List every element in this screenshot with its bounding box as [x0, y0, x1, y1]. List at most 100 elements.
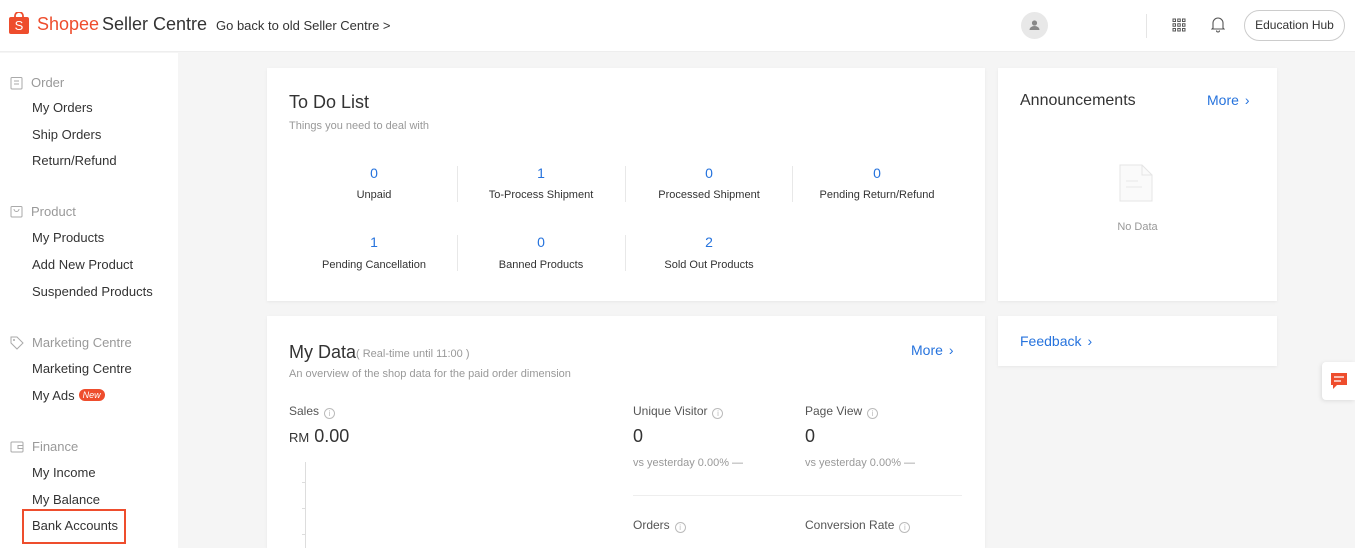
stats-divider — [633, 495, 962, 496]
todo-count[interactable]: 0 — [626, 165, 792, 181]
sidebar-item-my-balance[interactable]: My Balance — [32, 492, 100, 507]
sidebar-section-title: Product — [31, 204, 76, 219]
todo-count[interactable]: 1 — [458, 165, 624, 181]
chevron-right-icon: › — [1087, 333, 1093, 349]
todo-count[interactable]: 1 — [291, 234, 457, 250]
todo-card: To Do List Things you need to deal with … — [267, 68, 985, 301]
avatar[interactable] — [1021, 12, 1048, 39]
feedback-card[interactable]: Feedback › — [998, 316, 1277, 366]
sales-amount: 0.00 — [314, 426, 350, 446]
chart-tick — [302, 482, 306, 483]
page-view-label-text: Page View — [805, 404, 863, 418]
announcements-card: Announcements More › No Data — [998, 68, 1277, 301]
sidebar-section-order[interactable]: Order — [10, 75, 64, 90]
info-icon[interactable]: i — [867, 408, 879, 419]
logo-suffix[interactable]: Seller Centre — [102, 14, 207, 35]
my-data-title: My Data — [289, 342, 357, 362]
page-view-label: Page View i — [805, 404, 879, 419]
chevron-right-icon: › — [1244, 92, 1250, 108]
sidebar-item-add-new-product[interactable]: Add New Product — [32, 257, 133, 272]
empty-document-icon — [1116, 163, 1158, 208]
sidebar-section-title: Finance — [32, 439, 79, 454]
info-icon[interactable]: i — [712, 408, 724, 419]
page-view-value: 0 — [805, 426, 816, 446]
shopee-bag-icon[interactable]: S — [9, 11, 29, 34]
unique-visitor-compare: vs yesterday 0.00% — — [633, 457, 744, 469]
chat-button[interactable] — [1322, 362, 1355, 400]
conversion-rate-label-text: Conversion Rate — [805, 518, 895, 532]
todo-label[interactable]: To-Process Shipment — [458, 189, 624, 201]
conversion-rate-label: Conversion Rate i — [805, 518, 911, 533]
my-data-subtitle: An overview of the shop data for the pai… — [289, 368, 571, 380]
orders-label-text: Orders — [633, 518, 670, 532]
todo-count[interactable]: 2 — [626, 234, 792, 250]
sidebar-section-marketing[interactable]: Marketing Centre — [10, 335, 132, 350]
sidebar-item-suspended-products[interactable]: Suspended Products — [32, 284, 153, 299]
my-data-card: My Data ( Real-time until 11:00 ) An ove… — [267, 316, 985, 548]
chart-tick — [302, 508, 306, 509]
old-seller-centre-link[interactable]: Go back to old Seller Centre > — [216, 18, 391, 33]
sidebar-item-label: My Ads — [32, 388, 75, 403]
page-view-compare: vs yesterday 0.00% — — [805, 457, 916, 469]
sidebar-item-return-refund[interactable]: Return/Refund — [32, 153, 117, 168]
announcements-more-link[interactable]: More › — [1207, 92, 1250, 108]
info-icon[interactable]: i — [899, 522, 911, 533]
sidebar-item-ship-orders[interactable]: Ship Orders — [32, 127, 101, 142]
sidebar: Order My Orders Ship Orders Return/Refun… — [0, 53, 178, 548]
user-icon — [1029, 20, 1040, 30]
sales-label-text: Sales — [289, 404, 320, 418]
todo-label[interactable]: Pending Cancellation — [291, 259, 457, 271]
unique-visitor-value: 0 — [633, 426, 644, 446]
clipboard-icon — [10, 76, 23, 89]
todo-count[interactable]: 0 — [458, 234, 624, 250]
todo-label[interactable]: Processed Shipment — [626, 189, 792, 201]
sidebar-section-finance[interactable]: Finance — [10, 439, 78, 454]
todo-label[interactable]: Unpaid — [291, 189, 457, 201]
todo-label[interactable]: Banned Products — [458, 259, 624, 271]
new-badge: New — [78, 389, 105, 401]
feedback-link[interactable]: Feedback › — [1020, 333, 1092, 349]
chart-tick — [302, 534, 306, 535]
chat-icon — [1331, 373, 1347, 389]
todo-divider — [792, 166, 793, 202]
announcements-title: Announcements — [1020, 92, 1136, 109]
todo-label[interactable]: Pending Return/Refund — [794, 189, 960, 201]
currency-label: RM — [289, 430, 310, 445]
todo-count[interactable]: 0 — [291, 165, 457, 181]
bell-icon[interactable] — [1210, 16, 1226, 38]
todo-title: To Do List — [289, 92, 370, 112]
realtime-note: ( Real-time until 11:00 ) — [356, 348, 470, 360]
sidebar-item-my-income[interactable]: My Income — [32, 465, 96, 480]
todo-label[interactable]: Sold Out Products — [626, 259, 792, 271]
orders-label: Orders i — [633, 518, 686, 533]
bag-icon — [10, 206, 23, 218]
education-hub-button[interactable]: Education Hub — [1244, 10, 1345, 41]
logo-text[interactable]: Shopee — [37, 14, 99, 35]
sidebar-item-my-orders[interactable]: My Orders — [32, 100, 93, 115]
sidebar-section-product[interactable]: Product — [10, 204, 76, 219]
my-data-more-link[interactable]: More › — [911, 342, 954, 358]
feedback-label: Feedback — [1020, 333, 1082, 349]
svg-text:S: S — [15, 18, 24, 33]
sidebar-item-my-ads[interactable]: My Ads New — [32, 388, 105, 403]
sidebar-item-marketing-centre[interactable]: Marketing Centre — [32, 361, 132, 376]
no-data-text: No Data — [1117, 221, 1158, 233]
more-label: More — [911, 342, 943, 358]
info-icon[interactable]: i — [674, 522, 686, 533]
info-icon[interactable]: i — [324, 408, 336, 419]
apps-grid-icon[interactable] — [1172, 18, 1186, 37]
todo-count[interactable]: 0 — [794, 165, 960, 181]
wallet-icon — [10, 441, 24, 453]
sidebar-section-title: Order — [31, 75, 65, 90]
top-header: S Shopee Seller Centre Go back to old Se… — [0, 0, 1355, 52]
unique-visitor-label-text: Unique Visitor — [633, 404, 708, 418]
sidebar-item-my-products[interactable]: My Products — [32, 230, 104, 245]
sidebar-section-title: Marketing Centre — [32, 335, 132, 350]
header-divider — [1146, 14, 1147, 38]
bank-accounts-highlight — [22, 509, 126, 544]
chevron-right-icon: › — [948, 342, 954, 358]
chart-axis — [305, 462, 306, 548]
tag-icon — [10, 336, 24, 350]
more-label: More — [1207, 92, 1239, 108]
unique-visitor-label: Unique Visitor i — [633, 404, 724, 419]
